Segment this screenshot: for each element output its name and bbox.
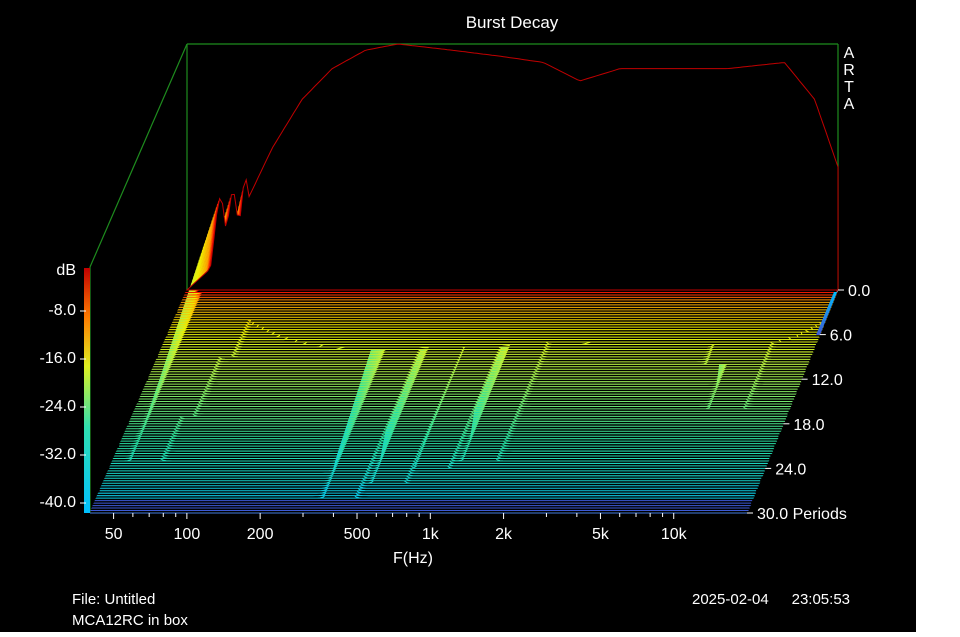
db-color-scale (84, 268, 90, 513)
frequency-tick-label: 100 (174, 526, 201, 543)
db-tick-label: -16.0 (40, 350, 77, 367)
frequency-tick-label: 5k (592, 526, 610, 543)
db-tick-label: -32.0 (40, 446, 77, 463)
period-tick-label: 30.0 Periods (757, 506, 847, 523)
footer-note: MCA12RC in box (72, 612, 188, 629)
arta-letter: A (844, 96, 855, 113)
frequency-tick-label: 1k (422, 526, 440, 543)
footer-file: File: Untitled (72, 591, 155, 608)
frequency-axis-ticks: 50 100 200 500 1k 2k 5k 10k (105, 513, 688, 543)
x-axis-label: F(Hz) (393, 550, 433, 567)
chart-title: Burst Decay (466, 13, 559, 32)
frequency-tick-label: 50 (105, 526, 123, 543)
z-axis-label: dB (56, 262, 76, 279)
footer-time: 23:05:53 (792, 591, 850, 608)
frequency-tick-label: 200 (247, 526, 274, 543)
arta-letter: A (844, 45, 855, 62)
db-tick-label: -24.0 (40, 398, 77, 415)
burst-decay-plot: -8.0 -16.0 -24.0 -32.0 -40.0 50 100 200 500 1k 2k… (0, 0, 916, 632)
arta-letter: T (844, 79, 854, 96)
db-tick-label: -40.0 (40, 494, 77, 511)
period-tick-label: 24.0 (775, 461, 806, 478)
arta-letter: R (843, 62, 855, 79)
frequency-tick-label: 2k (495, 526, 513, 543)
frequency-tick-label: 500 (344, 526, 371, 543)
period-tick-label: 0.0 (848, 283, 870, 300)
period-tick-label: 12.0 (812, 372, 843, 389)
decay-slice (187, 44, 838, 290)
frame-edge (90, 44, 187, 267)
frequency-tick-label: 10k (661, 526, 688, 543)
period-tick-label: 18.0 (793, 417, 824, 434)
period-tick-label: 6.0 (830, 328, 852, 345)
arta-logo: ARTA (843, 45, 855, 113)
decay-slices (90, 44, 838, 513)
footer-date: 2025-02-04 (692, 591, 769, 608)
db-tick-label: -8.0 (48, 302, 76, 319)
burst-decay-chart: -8.0 -16.0 -24.0 -32.0 -40.0 50 100 200 500 1k 2k… (0, 0, 916, 632)
db-axis-ticks: -8.0 -16.0 -24.0 -32.0 -40.0 (40, 302, 86, 511)
